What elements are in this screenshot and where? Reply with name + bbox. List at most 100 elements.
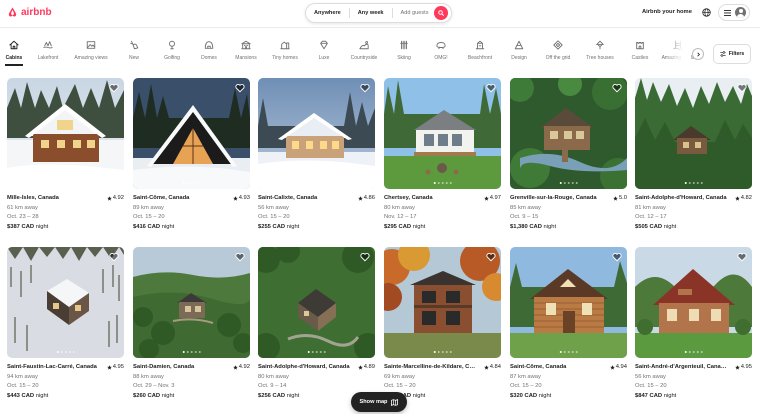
listing-price-suffix: night bbox=[663, 223, 677, 230]
star-icon bbox=[357, 196, 363, 201]
category-label: Castles bbox=[631, 55, 649, 61]
listing-card[interactable]: Saint-Côme, Canada 4.93 89 km away Oct. … bbox=[133, 78, 250, 232]
countryside-icon bbox=[359, 41, 369, 50]
search-button[interactable] bbox=[434, 6, 448, 20]
heart-icon[interactable] bbox=[737, 252, 747, 262]
search-bar[interactable]: Anywhere Any week Add guests bbox=[305, 3, 452, 23]
category-label: Lakefront bbox=[37, 55, 59, 61]
listing-photo[interactable] bbox=[384, 247, 501, 358]
listing-photo[interactable] bbox=[635, 247, 752, 358]
menu-icon bbox=[724, 9, 731, 16]
listing-dates: Oct. 29 – Nov. 3 bbox=[133, 383, 175, 389]
lakefront-icon bbox=[43, 41, 53, 49]
listing-card[interactable]: Saint-Faustin-Lac-Carré, Canada 4.95 94 … bbox=[7, 247, 124, 401]
listing-photo[interactable] bbox=[510, 247, 627, 358]
listing-rating: 4.86 bbox=[357, 194, 375, 204]
listing-photo[interactable] bbox=[510, 78, 627, 189]
listing-distance: 87 km away bbox=[510, 373, 541, 380]
star-icon bbox=[734, 196, 740, 201]
heart-icon[interactable] bbox=[360, 252, 370, 262]
listing-rating-value: 4.84 bbox=[489, 364, 501, 370]
globe-icon[interactable] bbox=[702, 8, 711, 17]
category-amazing-views[interactable]: Amazing views bbox=[68, 40, 114, 61]
show-map-label: Show map bbox=[359, 399, 388, 405]
listing-card[interactable]: Chertsey, Canada 4.97 80 km away Nov. 12… bbox=[384, 78, 501, 232]
user-menu-button[interactable] bbox=[718, 4, 750, 21]
listing-dates: Oct. 9 – 15 bbox=[510, 214, 539, 220]
listing-photo[interactable] bbox=[258, 78, 375, 189]
listing-photo[interactable] bbox=[133, 78, 250, 189]
listing-dates: Oct. 15 – 20 bbox=[133, 214, 165, 220]
cabin-icon bbox=[9, 40, 19, 50]
heart-icon[interactable] bbox=[486, 252, 496, 262]
tree-houses-icon bbox=[596, 40, 604, 50]
listing-photo-image bbox=[133, 78, 250, 189]
heart-icon[interactable] bbox=[486, 83, 496, 93]
category-next-button[interactable] bbox=[692, 48, 704, 60]
heart-icon[interactable] bbox=[235, 252, 245, 262]
listing-rating: 4.94 bbox=[609, 363, 627, 373]
listing-info: Mille-Isles, Canada 4.92 61 km away Oct.… bbox=[7, 194, 124, 232]
listing-price-value: $416 CAD bbox=[133, 223, 161, 230]
listing-card[interactable]: Saint-André-d'Argenteuil, Canada 4.95 56… bbox=[635, 247, 752, 401]
listing-photo[interactable] bbox=[7, 78, 124, 189]
listing-rating: 4.92 bbox=[106, 194, 124, 204]
heart-icon[interactable] bbox=[360, 83, 370, 93]
listing-card[interactable]: Saint-Damien, Canada 4.92 88 km away Oct… bbox=[133, 247, 250, 401]
listing-rating-value: 5.0 bbox=[618, 195, 627, 201]
listing-price: $260 CAD night bbox=[133, 392, 250, 402]
heart-icon[interactable] bbox=[235, 83, 245, 93]
listing-rating: 4.93 bbox=[232, 194, 250, 204]
airbnb-your-home-link[interactable]: Airbnb your home bbox=[642, 9, 692, 15]
listing-dates: Oct. 15 – 20 bbox=[258, 214, 290, 220]
listing-photo[interactable] bbox=[635, 78, 752, 189]
listing-distance: 56 km away bbox=[635, 373, 666, 380]
listing-card[interactable]: Saint-Calixte, Canada 4.86 56 km away Oc… bbox=[258, 78, 375, 232]
heart-icon[interactable] bbox=[737, 83, 747, 93]
category-off-the-grid[interactable]: Off the grid bbox=[535, 40, 581, 61]
category-label: Countryside bbox=[350, 55, 378, 61]
castles-icon bbox=[636, 42, 644, 50]
listing-title: Saint-Calixte, Canada bbox=[258, 195, 318, 201]
photo-carousel-dots bbox=[559, 350, 578, 353]
photo-carousel-dots bbox=[559, 181, 578, 184]
listing-dates: Oct. 15 – 20 bbox=[7, 383, 39, 389]
search-add-guests[interactable]: Add guests bbox=[393, 10, 437, 16]
listing-photo[interactable] bbox=[7, 247, 124, 358]
listing-distance: 94 km away bbox=[7, 373, 38, 380]
listing-price: $416 CAD night bbox=[133, 223, 250, 233]
filters-button[interactable]: Filters bbox=[713, 44, 751, 64]
listing-card[interactable]: Saint-Adolphe-d'Howard, Canada 4.82 81 k… bbox=[635, 78, 752, 232]
listing-rating-value: 4.92 bbox=[238, 364, 250, 370]
listing-card[interactable]: Sainte-Marcelline-de-Kildare, Canada 4.8… bbox=[384, 247, 501, 401]
listing-card[interactable]: Mille-Isles, Canada 4.92 61 km away Oct.… bbox=[7, 78, 124, 232]
heart-icon[interactable] bbox=[109, 252, 119, 262]
listing-distance: 56 km away bbox=[258, 204, 289, 211]
listing-price: $847 CAD night bbox=[635, 392, 752, 402]
show-map-button[interactable]: Show map bbox=[351, 392, 407, 412]
listing-info: Grenville-sur-la-Rouge, Canada 5.0 85 km… bbox=[510, 194, 627, 232]
listing-card[interactable]: Saint-Côme, Canada 4.94 87 km away Oct. … bbox=[510, 247, 627, 401]
photo-carousel-dots bbox=[307, 350, 326, 353]
category-lakefront[interactable]: Lakefront bbox=[25, 40, 71, 61]
listing-title: Saint-Côme, Canada bbox=[133, 195, 190, 201]
listing-rating: 4.97 bbox=[483, 194, 501, 204]
listing-photo[interactable] bbox=[258, 247, 375, 358]
beachfront-icon bbox=[475, 40, 485, 50]
star-icon bbox=[609, 365, 615, 370]
listing-price-suffix: night bbox=[286, 392, 300, 399]
airbnb-logo[interactable]: airbnb bbox=[7, 6, 52, 18]
search-anywhere[interactable]: Anywhere bbox=[306, 10, 349, 16]
listing-card[interactable]: Grenville-sur-la-Rouge, Canada 5.0 85 km… bbox=[510, 78, 627, 232]
listing-price: $387 CAD night bbox=[7, 223, 124, 233]
heart-icon[interactable] bbox=[109, 83, 119, 93]
heart-icon[interactable] bbox=[612, 83, 622, 93]
listing-photo[interactable] bbox=[133, 247, 250, 358]
listing-photo[interactable] bbox=[384, 78, 501, 189]
search-any-week[interactable]: Any week bbox=[350, 10, 392, 16]
heart-icon[interactable] bbox=[612, 252, 622, 262]
listing-card[interactable]: Saint-Adolphe-d'Howard, Canada 4.89 80 k… bbox=[258, 247, 375, 401]
listing-title: Sainte-Marcelline-de-Kildare, Canada bbox=[384, 364, 476, 370]
listing-photo-image bbox=[258, 247, 375, 358]
listing-price-value: $505 CAD bbox=[635, 223, 663, 230]
